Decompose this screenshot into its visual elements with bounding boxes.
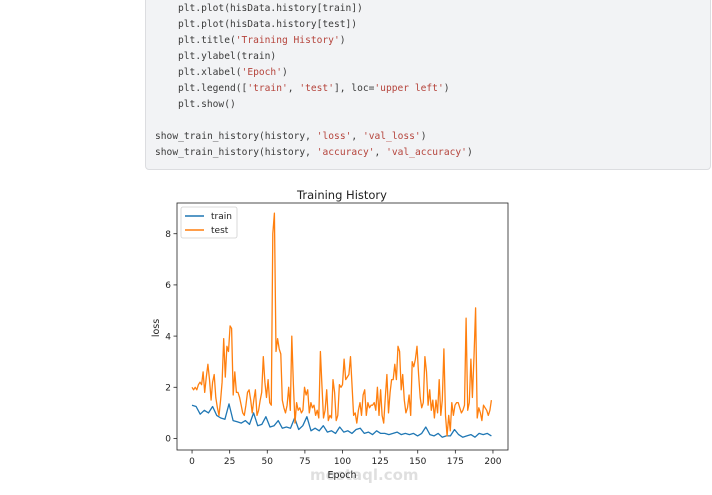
- y-tick-label: 2: [165, 383, 171, 393]
- code-text: ): [443, 83, 450, 94]
- code-text: ,: [374, 147, 387, 158]
- code-text: ): [466, 147, 473, 158]
- chart-title: Training History: [296, 188, 387, 202]
- x-tick-label: 0: [189, 457, 195, 467]
- code-text: ,: [287, 83, 300, 94]
- code-line: show_train_history(history, 'loss', 'val…: [155, 131, 427, 143]
- code-text: plt.show(): [178, 99, 236, 110]
- code-text: plt.ylabel(train): [178, 51, 277, 62]
- code-string: 'upper left': [374, 83, 444, 94]
- code-line: plt.show(): [178, 99, 236, 111]
- x-tick-label: 25: [224, 457, 235, 467]
- x-tick-label: 75: [299, 457, 310, 467]
- x-tick-label: 50: [262, 457, 274, 467]
- code-line: plt.plot(hisData.history[test]): [178, 19, 357, 31]
- code-text: plt.legend([: [178, 83, 248, 94]
- code-text: ): [339, 35, 346, 46]
- y-tick-label: 0: [165, 435, 171, 445]
- code-line: plt.xlabel('Epoch'): [178, 67, 288, 79]
- training-history-chart: Training History Epoch loss 0 25 50 75 100 12…: [151, 188, 509, 480]
- code-text: ): [281, 67, 288, 78]
- code-line: plt.plot(hisData.history[train]): [178, 3, 363, 15]
- watermark: mostaql.com: [310, 466, 419, 484]
- code-line: plt.title('Training History'): [178, 35, 346, 47]
- series-line-test: [191, 212, 493, 437]
- code-string: 'accuracy': [316, 147, 375, 158]
- y-tick-label: 4: [165, 332, 171, 342]
- y-tick-label: 6: [165, 281, 171, 291]
- legend-label-test: test: [211, 226, 229, 236]
- code-string: 'val_accuracy': [386, 147, 467, 158]
- code-string: 'Epoch': [241, 67, 282, 78]
- code-string: 'Training History': [235, 35, 340, 46]
- code-text: plt.plot(hisData.history[test]): [178, 19, 358, 30]
- code-line: show_train_history(history, 'accuracy', …: [155, 147, 473, 159]
- x-tick-label: 175: [447, 457, 464, 467]
- code-text: ], loc=: [333, 83, 375, 94]
- code-string: 'loss': [316, 131, 352, 142]
- code-string: 'test': [299, 83, 334, 94]
- code-text: plt.title(: [178, 35, 236, 46]
- legend-label-train: train: [211, 212, 232, 222]
- code-string: 'val_loss': [362, 131, 421, 142]
- code-text: plt.xlabel(: [178, 67, 242, 78]
- y-tick-label: 8: [165, 230, 171, 240]
- x-tick-label: 200: [484, 457, 501, 467]
- code-text: show_train_history(history,: [155, 147, 317, 158]
- code-line: plt.legend(['train', 'test'], loc='upper…: [178, 83, 450, 95]
- code-text: show_train_history(history,: [155, 131, 317, 142]
- code-line: plt.ylabel(train): [178, 51, 276, 63]
- y-axis-label: loss: [151, 319, 162, 337]
- code-text: ,: [351, 131, 363, 142]
- code-string: 'train': [247, 83, 288, 94]
- code-text: ): [420, 131, 427, 142]
- code-text: plt.plot(hisData.history[train]): [178, 3, 363, 14]
